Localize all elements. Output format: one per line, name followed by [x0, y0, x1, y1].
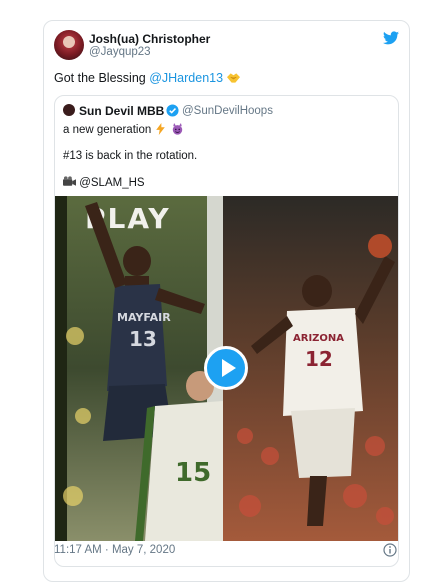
author-name[interactable]: Josh(ua) Christopher [89, 32, 210, 46]
handshake-emoji [226, 73, 240, 83]
basketball [368, 234, 392, 258]
quoted-credit[interactable]: @SLAM_HS [79, 177, 144, 189]
tweet-text-prefix: Got the Blessing [54, 71, 150, 85]
devil-emoji [172, 123, 182, 135]
quoted-tweet[interactable]: Sun Devil MBB @SunDevilHoops a new gener… [54, 95, 399, 567]
quoted-text-line1: a new generation [63, 123, 184, 136]
author-avatar[interactable] [54, 30, 84, 60]
tweet-text: Got the Blessing @JHarden13 [54, 71, 240, 85]
author-handle[interactable]: @Jayqup23 [89, 46, 151, 58]
quoted-text-line3: @SLAM_HS [63, 176, 145, 189]
play-button[interactable] [204, 346, 248, 390]
lightning-emoji [156, 123, 166, 135]
right-jersey-team: ARIZONA [293, 333, 344, 344]
left-jersey-number: 13 [129, 327, 157, 351]
video-player[interactable]: PLAY MAYFAIR 13 15 ARIZONA 12 [55, 196, 398, 541]
twitter-bird-icon[interactable] [383, 31, 399, 45]
tweet-timestamp[interactable]: 11:17 AM · May 7, 2020 [54, 544, 175, 556]
defender-jersey-number: 15 [175, 458, 211, 488]
camera-emoji [63, 176, 76, 186]
quoted-text-line2: #13 is back in the rotation. [63, 150, 198, 162]
quoted-author-name[interactable]: Sun Devil MBB [79, 104, 164, 118]
verified-badge-icon [166, 104, 179, 117]
mention-link[interactable]: @JHarden13 [149, 71, 223, 85]
embedded-tweet-card: Josh(ua) Christopher @Jayqup23 Got the B… [43, 20, 410, 582]
quoted-author-avatar[interactable] [63, 104, 75, 116]
quoted-text-line1-text: a new generation [63, 124, 152, 136]
info-icon[interactable] [383, 543, 397, 557]
right-jersey-number: 12 [305, 347, 333, 371]
left-jersey-team: MAYFAIR [117, 311, 171, 324]
quoted-author-handle[interactable]: @SunDevilHoops [182, 105, 273, 117]
